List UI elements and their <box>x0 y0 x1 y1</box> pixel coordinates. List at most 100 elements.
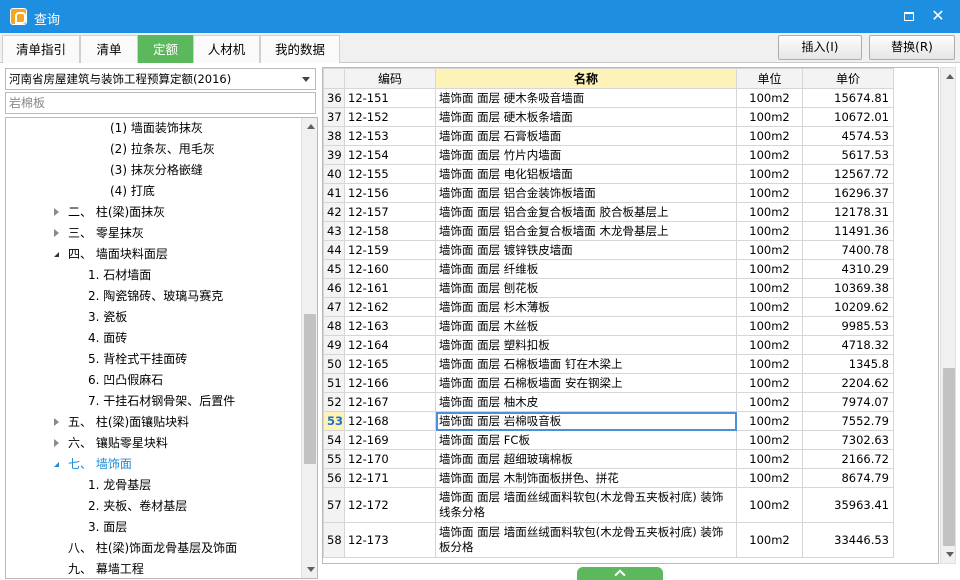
name-cell[interactable]: 墙饰面 面层 FC板 <box>435 430 737 450</box>
code-cell[interactable]: 12-153 <box>344 126 436 146</box>
price-cell[interactable]: 10209.62 <box>802 297 894 317</box>
search-input[interactable] <box>5 92 316 114</box>
name-cell[interactable]: 墙饰面 面层 石棉板墙面 安在钢梁上 <box>435 373 737 393</box>
row-number-cell[interactable]: 38 <box>323 126 345 146</box>
unit-cell[interactable]: 100m2 <box>736 183 803 203</box>
unit-cell[interactable]: 100m2 <box>736 164 803 184</box>
name-cell[interactable]: 墙饰面 面层 电化铝板墙面 <box>435 164 737 184</box>
price-cell[interactable]: 15674.81 <box>802 88 894 108</box>
unit-cell[interactable]: 100m2 <box>736 411 803 431</box>
table-row[interactable]: 58 12-173 墙饰面 面层 墙面丝绒面料软包(木龙骨五夹板衬底) 装饰板分格 1… <box>323 522 894 558</box>
row-number-cell[interactable]: 42 <box>323 202 345 222</box>
code-cell[interactable]: 12-165 <box>344 354 436 374</box>
name-cell[interactable]: 墙饰面 面层 石膏板墙面 <box>435 126 737 146</box>
column-header-price[interactable]: 单价 <box>802 68 894 89</box>
name-cell[interactable]: 墙饰面 面层 墙面丝绒面料软包(木龙骨五夹板衬底) 装饰线条分格 <box>435 487 737 523</box>
table-row[interactable]: 49 12-164 墙饰面 面层 塑料扣板 100m2 4718.32 <box>323 335 894 355</box>
unit-cell[interactable]: 100m2 <box>736 240 803 260</box>
price-cell[interactable]: 12178.31 <box>802 202 894 222</box>
table-row[interactable]: 56 12-171 墙饰面 面层 木制饰面板拼色、拼花 100m2 8674.79 <box>323 468 894 488</box>
replace-button[interactable]: 替换(R) <box>869 35 955 60</box>
table-row[interactable]: 41 12-156 墙饰面 面层 铝合金装饰板墙面 100m2 16296.37 <box>323 183 894 203</box>
grid-scroll-thumb[interactable] <box>943 368 955 546</box>
row-number-cell[interactable]: 51 <box>323 373 345 393</box>
table-row[interactable]: 37 12-152 墙饰面 面层 硬木板条墙面 100m2 10672.01 <box>323 107 894 127</box>
row-number-cell[interactable]: 50 <box>323 354 345 374</box>
name-cell[interactable]: 墙饰面 面层 杉木薄板 <box>435 297 737 317</box>
code-cell[interactable]: 12-162 <box>344 297 436 317</box>
expanded-triangle-icon[interactable] <box>54 462 59 467</box>
table-row[interactable]: 44 12-159 墙饰面 面层 镀锌铁皮墙面 100m2 7400.78 <box>323 240 894 260</box>
price-cell[interactable]: 7552.79 <box>802 411 894 431</box>
code-cell[interactable]: 12-155 <box>344 164 436 184</box>
unit-cell[interactable]: 100m2 <box>736 202 803 222</box>
code-cell[interactable]: 12-157 <box>344 202 436 222</box>
row-number-cell[interactable]: 40 <box>323 164 345 184</box>
unit-cell[interactable]: 100m2 <box>736 278 803 298</box>
unit-cell[interactable]: 100m2 <box>736 259 803 279</box>
maximize-button[interactable] <box>898 6 920 26</box>
table-row[interactable]: 36 12-151 墙饰面 面层 硬木条吸音墙面 100m2 15674.81 <box>323 88 894 108</box>
row-number-cell[interactable]: 48 <box>323 316 345 336</box>
code-cell[interactable]: 12-168 <box>344 411 436 431</box>
scroll-up-icon[interactable] <box>307 124 315 129</box>
price-cell[interactable]: 7302.63 <box>802 430 894 450</box>
row-number-cell[interactable]: 57 <box>323 487 345 523</box>
code-cell[interactable]: 12-160 <box>344 259 436 279</box>
table-row[interactable]: 52 12-167 墙饰面 面层 柚木皮 100m2 7974.07 <box>323 392 894 412</box>
row-number-cell[interactable]: 47 <box>323 297 345 317</box>
unit-cell[interactable]: 100m2 <box>736 354 803 374</box>
price-cell[interactable]: 12567.72 <box>802 164 894 184</box>
price-cell[interactable]: 5617.53 <box>802 145 894 165</box>
code-cell[interactable]: 12-169 <box>344 430 436 450</box>
unit-cell[interactable]: 100m2 <box>736 126 803 146</box>
table-row[interactable]: 47 12-162 墙饰面 面层 杉木薄板 100m2 10209.62 <box>323 297 894 317</box>
unit-cell[interactable]: 100m2 <box>736 335 803 355</box>
code-cell[interactable]: 12-164 <box>344 335 436 355</box>
price-cell[interactable]: 35963.41 <box>802 487 894 523</box>
code-cell[interactable]: 12-172 <box>344 487 436 523</box>
name-cell[interactable]: 墙饰面 面层 柚木皮 <box>435 392 737 412</box>
collapsed-triangle-icon[interactable] <box>54 208 59 216</box>
row-number-cell[interactable]: 39 <box>323 145 345 165</box>
tab-bill[interactable]: 清单 <box>80 35 138 63</box>
name-cell[interactable]: 墙饰面 面层 超细玻璃棉板 <box>435 449 737 469</box>
quota-library-select[interactable]: 河南省房屋建筑与装饰工程预算定额(2016) <box>5 68 316 90</box>
unit-cell[interactable]: 100m2 <box>736 88 803 108</box>
close-button[interactable]: ✕ <box>927 6 949 26</box>
name-cell[interactable]: 墙饰面 面层 刨花板 <box>435 278 737 298</box>
tree-scrollbar[interactable] <box>301 118 317 578</box>
row-number-cell[interactable]: 37 <box>323 107 345 127</box>
name-cell[interactable]: 墙饰面 面层 硬木条吸音墙面 <box>435 88 737 108</box>
scroll-down-icon[interactable] <box>946 552 954 557</box>
row-number-cell[interactable]: 56 <box>323 468 345 488</box>
row-number-cell[interactable]: 44 <box>323 240 345 260</box>
column-header-unit[interactable]: 单位 <box>736 68 803 89</box>
price-cell[interactable]: 10672.01 <box>802 107 894 127</box>
table-row[interactable]: 53 12-168 墙饰面 面层 岩棉吸音板 100m2 7552.79 <box>323 411 894 431</box>
table-row[interactable]: 51 12-166 墙饰面 面层 石棉板墙面 安在钢梁上 100m2 2204.62 <box>323 373 894 393</box>
price-cell[interactable]: 11491.36 <box>802 221 894 241</box>
row-number-cell[interactable]: 45 <box>323 259 345 279</box>
table-row[interactable]: 43 12-158 墙饰面 面层 铝合金复合板墙面 木龙骨基层上 100m2 11491… <box>323 221 894 241</box>
unit-cell[interactable]: 100m2 <box>736 316 803 336</box>
code-cell[interactable]: 12-170 <box>344 449 436 469</box>
unit-cell[interactable]: 100m2 <box>736 522 803 558</box>
row-number-cell[interactable]: 53 <box>323 411 345 431</box>
price-cell[interactable]: 1345.8 <box>802 354 894 374</box>
price-cell[interactable]: 8674.79 <box>802 468 894 488</box>
price-cell[interactable]: 7400.78 <box>802 240 894 260</box>
row-number-cell[interactable]: 55 <box>323 449 345 469</box>
table-row[interactable]: 50 12-165 墙饰面 面层 石棉板墙面 钉在木梁上 100m2 1345.8 <box>323 354 894 374</box>
table-row[interactable]: 46 12-161 墙饰面 面层 刨花板 100m2 10369.38 <box>323 278 894 298</box>
price-cell[interactable]: 16296.37 <box>802 183 894 203</box>
name-cell[interactable]: 墙饰面 面层 纤维板 <box>435 259 737 279</box>
table-row[interactable]: 54 12-169 墙饰面 面层 FC板 100m2 7302.63 <box>323 430 894 450</box>
price-cell[interactable]: 10369.38 <box>802 278 894 298</box>
price-cell[interactable]: 9985.53 <box>802 316 894 336</box>
code-cell[interactable]: 12-167 <box>344 392 436 412</box>
unit-cell[interactable]: 100m2 <box>736 430 803 450</box>
insert-button[interactable]: 插入(I) <box>778 35 862 60</box>
code-cell[interactable]: 12-158 <box>344 221 436 241</box>
code-cell[interactable]: 12-152 <box>344 107 436 127</box>
